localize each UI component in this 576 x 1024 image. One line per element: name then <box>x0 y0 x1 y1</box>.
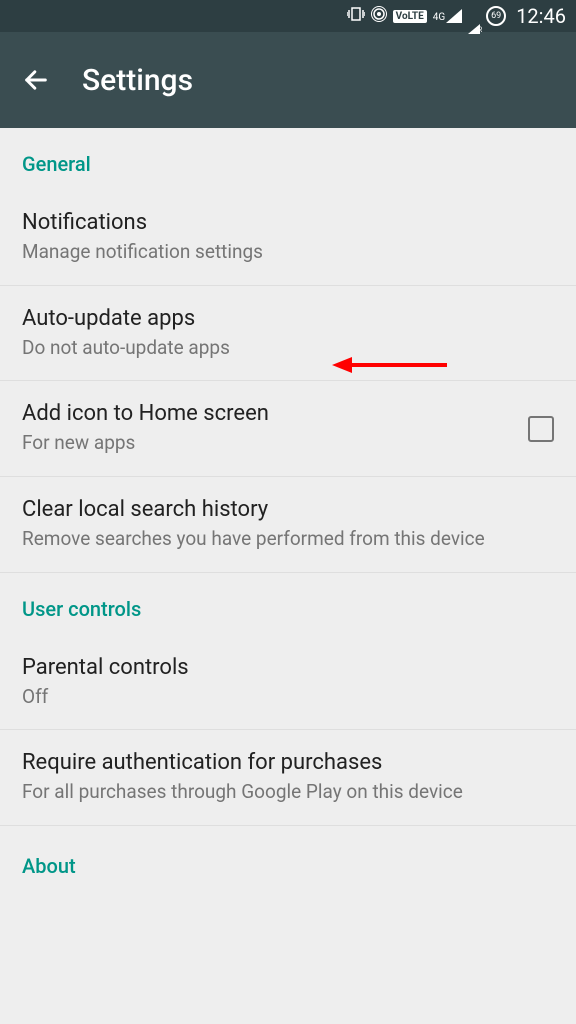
checkbox-add-icon[interactable] <box>528 416 554 442</box>
section-header-general: General <box>0 128 576 190</box>
setting-subtitle: Do not auto-update apps <box>22 335 554 361</box>
setting-require-auth[interactable]: Require authentication for purchases For… <box>0 730 576 826</box>
setting-title: Notifications <box>22 210 554 235</box>
setting-subtitle: For all purchases through Google Play on… <box>22 779 554 805</box>
section-header-user-controls: User controls <box>0 573 576 635</box>
status-icons: VoLTE 4G R 69 12:46 <box>347 4 566 28</box>
status-bar: VoLTE 4G R 69 12:46 <box>0 0 576 32</box>
setting-subtitle: Remove searches you have performed from … <box>22 526 554 552</box>
section-header-about: About <box>0 826 576 892</box>
network-4g: 4G <box>433 13 445 23</box>
setting-clear-history[interactable]: Clear local search history Remove search… <box>0 477 576 573</box>
settings-content: General Notifications Manage notificatio… <box>0 128 576 892</box>
setting-title: Parental controls <box>22 655 554 680</box>
hotspot-icon <box>371 6 387 26</box>
setting-subtitle: For new apps <box>22 430 512 456</box>
page-title: Settings <box>82 63 193 98</box>
signal-icon-1 <box>446 9 462 23</box>
setting-title: Clear local search history <box>22 497 554 522</box>
setting-subtitle: Manage notification settings <box>22 239 554 265</box>
setting-title: Require authentication for purchases <box>22 750 554 775</box>
vibrate-icon <box>347 7 365 25</box>
setting-title: Add icon to Home screen <box>22 401 512 426</box>
back-arrow-icon[interactable] <box>22 66 50 94</box>
clock: 12:46 <box>516 4 566 28</box>
volte-badge: VoLTE <box>393 10 427 23</box>
app-bar: Settings <box>0 32 576 128</box>
setting-subtitle: Off <box>22 684 554 710</box>
setting-parental-controls[interactable]: Parental controls Off <box>0 635 576 731</box>
setting-add-icon[interactable]: Add icon to Home screen For new apps <box>0 381 576 477</box>
battery-icon: 69 <box>486 6 506 26</box>
setting-auto-update[interactable]: Auto-update apps Do not auto-update apps <box>0 286 576 382</box>
setting-title: Auto-update apps <box>22 306 554 331</box>
roaming-r: R <box>478 26 482 34</box>
setting-notifications[interactable]: Notifications Manage notification settin… <box>0 190 576 286</box>
